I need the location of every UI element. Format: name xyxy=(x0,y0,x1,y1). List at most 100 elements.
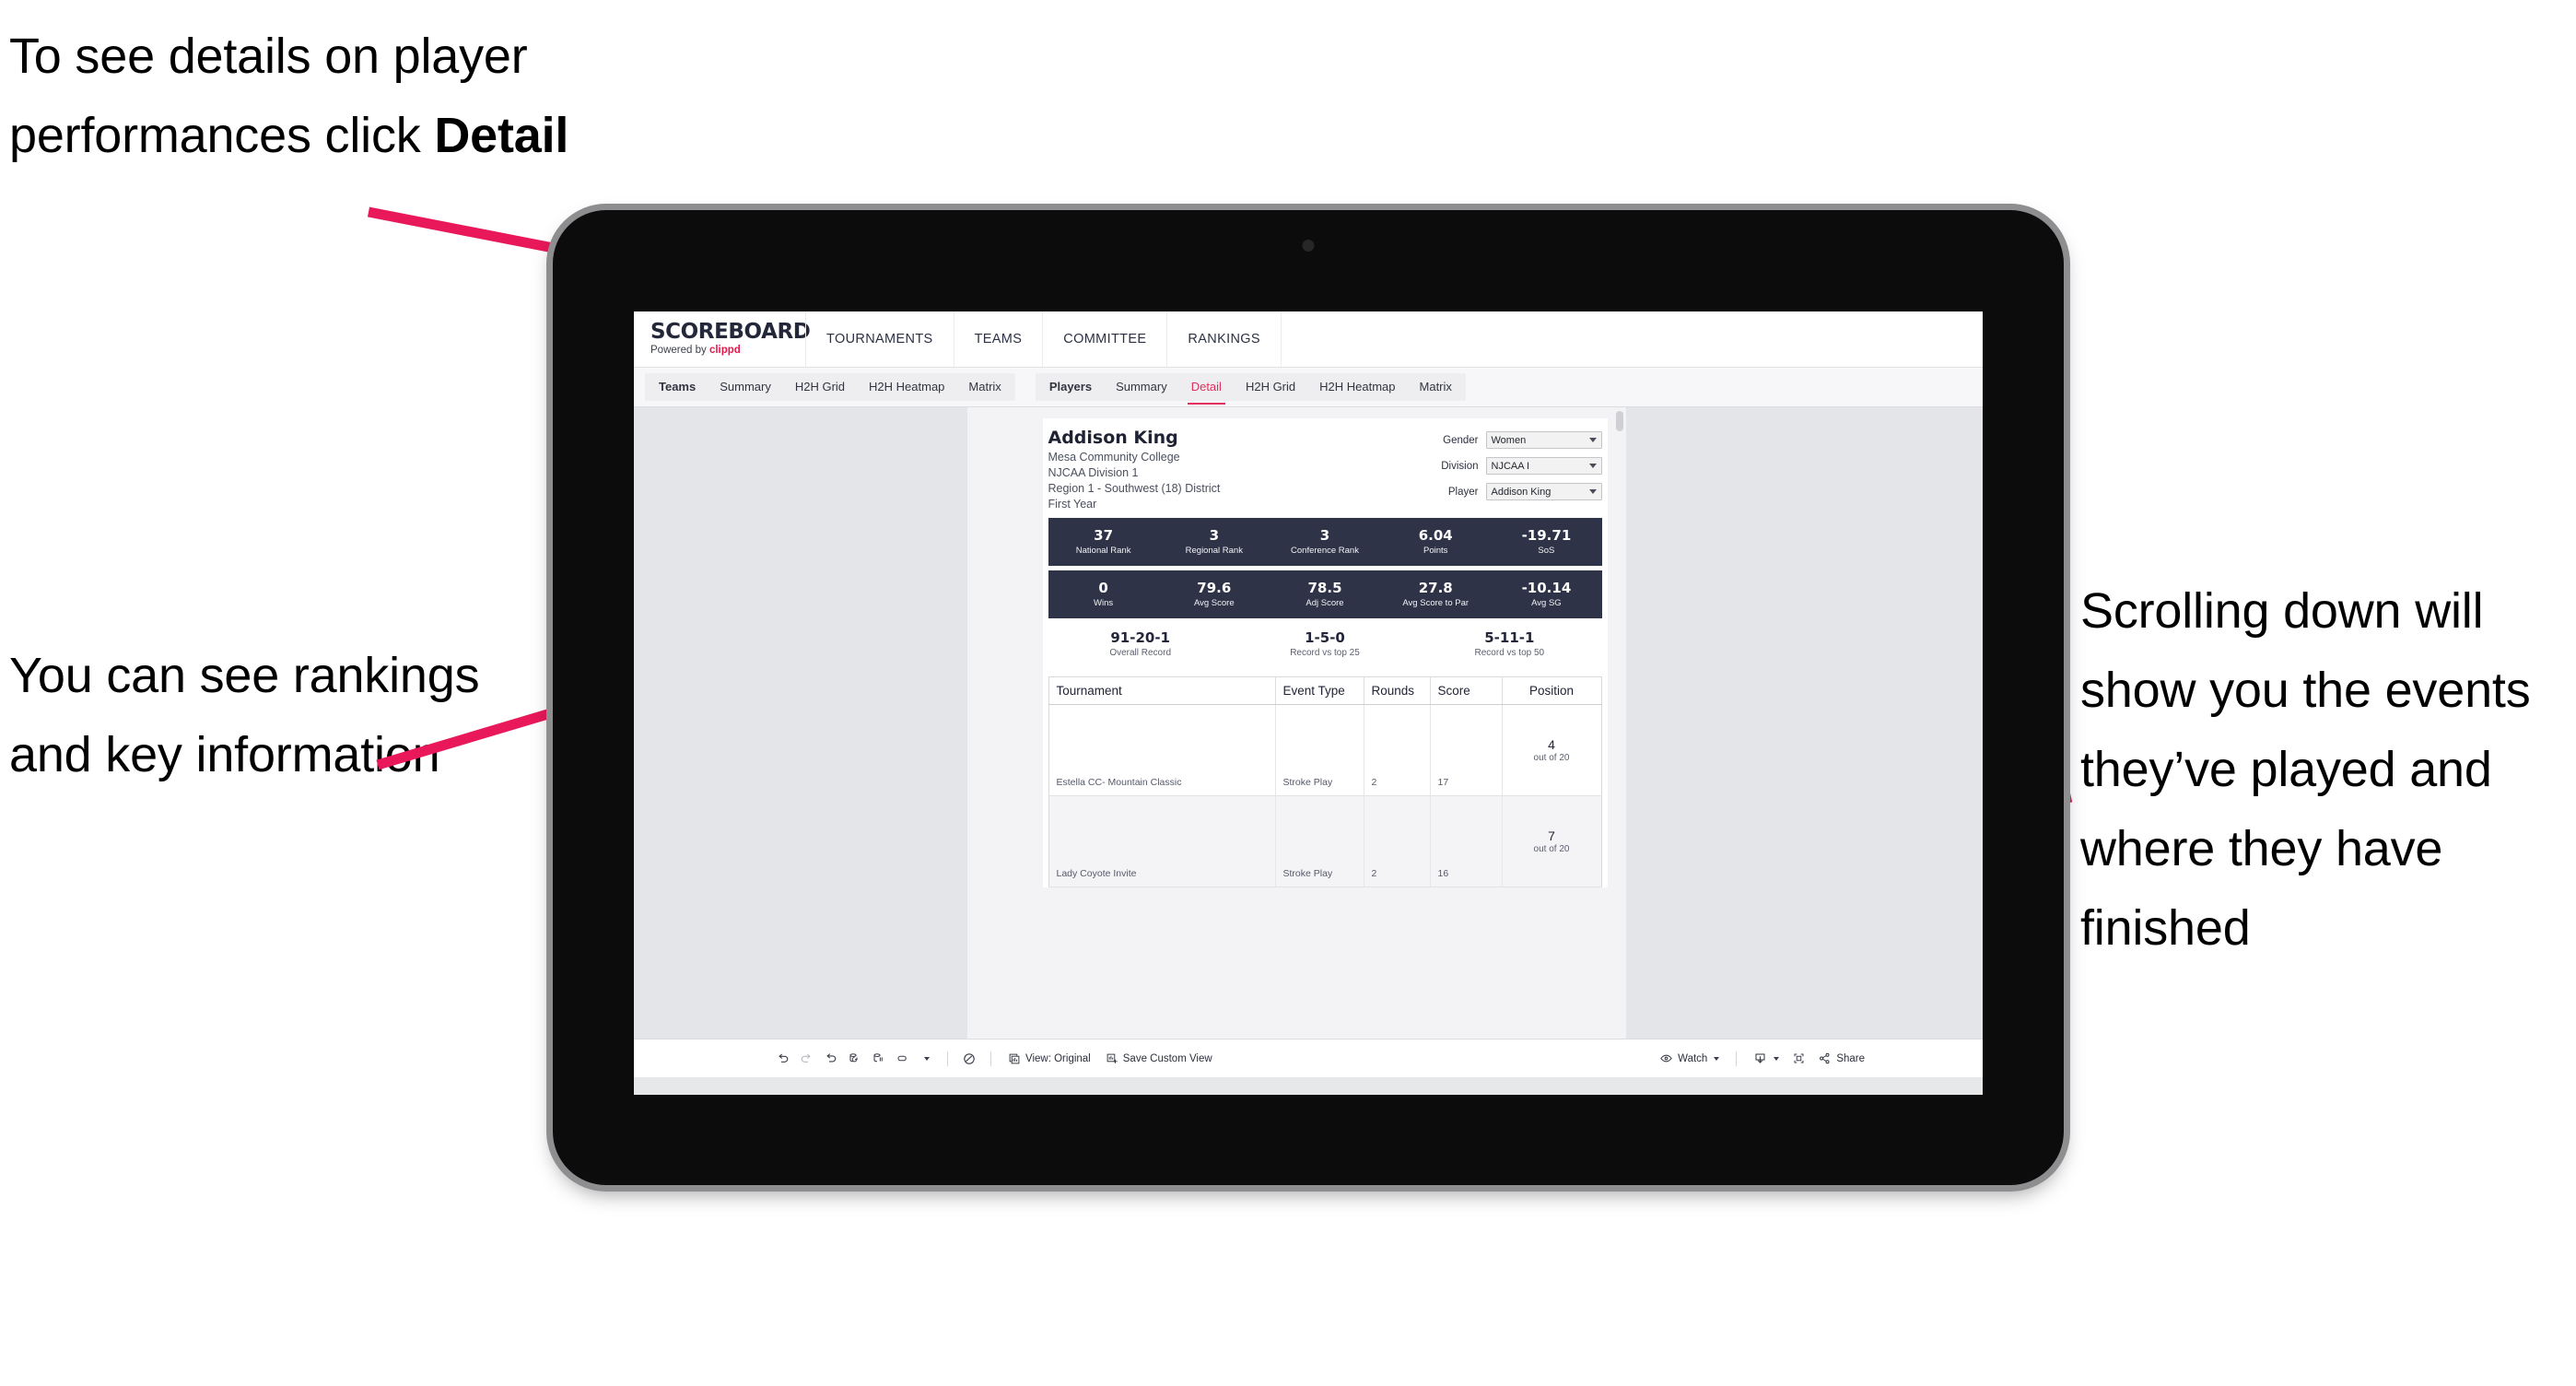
chevron-down-icon xyxy=(1588,438,1597,442)
stat-label: SoS xyxy=(1538,546,1555,557)
chevron-down-icon xyxy=(1714,1056,1720,1061)
share-button[interactable]: Share xyxy=(1810,1051,1872,1065)
eye-icon xyxy=(1660,1054,1672,1063)
stat-value: -19.71 xyxy=(1521,527,1572,545)
tablet-screen: SCOREBOARD Powered by clippd TOURNAMENTS… xyxy=(634,311,1983,1095)
stat-label: National Rank xyxy=(1075,546,1131,557)
filter-gender-select[interactable]: Women xyxy=(1485,431,1602,449)
filter-player-select[interactable]: Addison King xyxy=(1485,483,1602,500)
reset-icon[interactable] xyxy=(890,1047,914,1071)
download-icon xyxy=(1755,1053,1765,1063)
stats-bar-scoring: 0 Wins 79.6 Avg Score 78.5 Adj Score 27.… xyxy=(1048,570,1602,619)
stat-label: Avg SG xyxy=(1531,598,1562,609)
table-row[interactable]: Estella CC- Mountain Classic Stroke Play… xyxy=(1048,704,1601,797)
tab-players-detail[interactable]: Detail xyxy=(1179,373,1234,405)
save-custom-view-button[interactable]: Save Custom View xyxy=(1098,1052,1220,1065)
tab-teams-h2h-heatmap[interactable]: H2H Heatmap xyxy=(857,373,956,401)
pause-updates-icon[interactable] xyxy=(866,1047,890,1071)
top-navigation: TOURNAMENTS TEAMS COMMITTEE RANKINGS xyxy=(805,311,1282,367)
stats-bar-rankings: 37 National Rank 3 Regional Rank 3 Confe… xyxy=(1048,518,1602,567)
brand-subtitle: Powered by clippd xyxy=(650,346,805,357)
brand-powered-name: clippd xyxy=(708,345,741,357)
record-label: Overall Record xyxy=(1109,648,1172,659)
toolbar-left-group: View: Original Save Custom View xyxy=(770,1047,1220,1071)
pause-auto-update-icon[interactable] xyxy=(957,1047,981,1071)
column-header-rounds[interactable]: Rounds xyxy=(1364,676,1431,706)
player-identity: Addison King Mesa Community College NJCA… xyxy=(1048,428,1221,512)
tournament-table: Tournament Event Type Rounds Score Posit… xyxy=(1048,676,1602,888)
player-region: Region 1 - Southwest (18) District xyxy=(1048,482,1221,495)
player-division: NJCAA Division 1 xyxy=(1048,465,1139,479)
filter-division-label: Division xyxy=(1441,460,1479,472)
tab-teams-matrix[interactable]: Matrix xyxy=(956,373,1013,401)
watch-button[interactable]: Watch xyxy=(1652,1051,1727,1065)
stat-label: Avg Score xyxy=(1193,598,1235,609)
view-original-button[interactable]: View: Original xyxy=(1001,1052,1098,1065)
stat-label: Conference Rank xyxy=(1291,546,1359,557)
refresh-data-icon[interactable] xyxy=(842,1047,866,1071)
stat-avg-score: 79.6 Avg Score xyxy=(1159,580,1270,609)
tab-players-h2h-heatmap[interactable]: H2H Heatmap xyxy=(1307,373,1407,401)
column-header-position[interactable]: Position xyxy=(1502,676,1601,706)
redo-icon[interactable] xyxy=(794,1047,818,1071)
nav-item-committee[interactable]: COMMITTEE xyxy=(1042,311,1166,367)
brand-title: SCOREBOARD xyxy=(650,320,811,345)
undo-icon[interactable] xyxy=(770,1047,794,1071)
tab-players-h2h-grid[interactable]: H2H Grid xyxy=(1234,373,1307,401)
filter-gender: Gender Women xyxy=(1441,431,1602,449)
stat-national-rank: 37 National Rank xyxy=(1048,527,1159,557)
fullscreen-icon[interactable] xyxy=(1786,1047,1810,1071)
chevron-down-icon[interactable] xyxy=(914,1047,938,1071)
record-value: 1-5-0 xyxy=(1305,629,1345,647)
nav-item-teams[interactable]: TEAMS xyxy=(953,311,1043,367)
cell-event-type: Stroke Play xyxy=(1275,795,1364,888)
tablet-device: SCOREBOARD Powered by clippd TOURNAMENTS… xyxy=(553,210,2064,1185)
table-row[interactable]: Lady Coyote Invite Stroke Play 2 16 7 ou… xyxy=(1048,795,1601,888)
record-label: Record vs top 50 xyxy=(1474,648,1545,659)
table-header-row: Tournament Event Type Rounds Score Posit… xyxy=(1048,676,1601,706)
nav-item-rankings[interactable]: RANKINGS xyxy=(1166,311,1282,367)
view-icon xyxy=(1009,1053,1020,1063)
nav-item-tournaments[interactable]: TOURNAMENTS xyxy=(805,311,954,367)
filter-player-label: Player xyxy=(1447,486,1479,498)
filter-division-select[interactable]: NJCAA I xyxy=(1485,457,1602,475)
watch-label: Watch xyxy=(1678,1052,1708,1064)
stat-adj-score: 78.5 Adj Score xyxy=(1270,580,1380,608)
toolbar-divider xyxy=(990,1051,991,1066)
app-header: SCOREBOARD Powered by clippd TOURNAMENTS… xyxy=(634,311,1983,368)
stat-regional-rank: 3 Regional Rank xyxy=(1159,527,1270,556)
position-value: 4 xyxy=(1548,737,1555,753)
cell-tournament: Lady Coyote Invite xyxy=(1048,795,1276,888)
cell-rounds: 2 xyxy=(1364,795,1431,888)
cell-tournament: Estella CC- Mountain Classic xyxy=(1048,704,1276,797)
tab-teams-summary[interactable]: Summary xyxy=(708,373,783,401)
tab-group-players: Players Summary Detail H2H Grid H2H Heat… xyxy=(1035,373,1466,405)
tab-teams-h2h-grid[interactable]: H2H Grid xyxy=(783,373,857,401)
column-header-tournament[interactable]: Tournament xyxy=(1048,676,1276,706)
annotation-bottom-left: You can see rankings and key information xyxy=(9,648,480,782)
column-header-score[interactable]: Score xyxy=(1430,676,1503,706)
stat-value: 6.04 xyxy=(1418,527,1453,545)
column-header-event-type[interactable]: Event Type xyxy=(1275,676,1364,706)
download-button[interactable] xyxy=(1746,1051,1786,1065)
vertical-scrollbar[interactable] xyxy=(1615,411,1623,431)
stat-points: 6.04 Points xyxy=(1380,527,1491,556)
position-field-size: out of 20 xyxy=(1533,844,1570,855)
annotation-top-left: To see details on player performances cl… xyxy=(9,17,654,175)
tab-players-summary[interactable]: Summary xyxy=(1104,373,1179,401)
dashboard-sheet: Addison King Mesa Community College NJCA… xyxy=(966,407,1626,1039)
cell-score: 16 xyxy=(1430,795,1503,888)
filter-gender-label: Gender xyxy=(1443,434,1479,446)
tablet-camera-icon xyxy=(1302,240,1315,252)
player-name: Addison King xyxy=(1048,428,1178,448)
brand-logo[interactable]: SCOREBOARD Powered by clippd xyxy=(634,311,811,367)
tab-teams[interactable]: Teams xyxy=(647,373,708,401)
tab-players[interactable]: Players xyxy=(1037,373,1104,401)
cell-score: 17 xyxy=(1430,704,1503,797)
filter-division-value: NJCAA I xyxy=(1491,460,1530,472)
viz-toolbar: View: Original Save Custom View Watch Sh… xyxy=(634,1039,1983,1077)
revert-icon[interactable] xyxy=(818,1047,842,1071)
save-view-icon xyxy=(1107,1053,1118,1063)
tab-players-matrix[interactable]: Matrix xyxy=(1408,373,1464,401)
stat-value: 3 xyxy=(1319,527,1330,545)
